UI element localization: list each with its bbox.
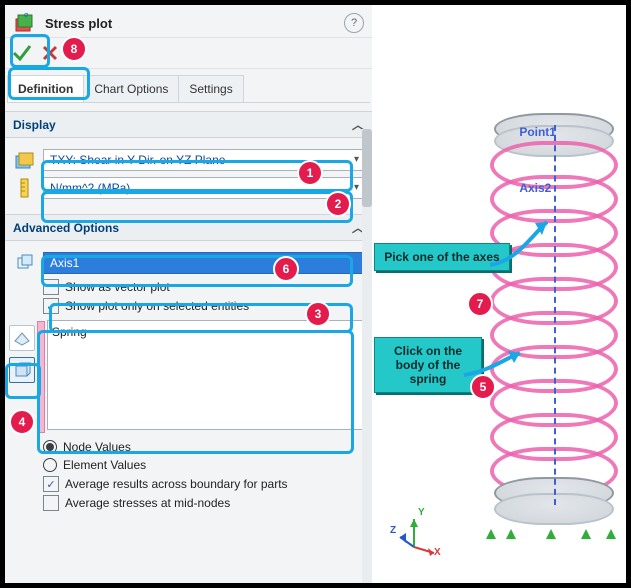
tab-bar: Definition Chart Options Settings xyxy=(7,75,370,103)
properties-panel: σ Stress plot ? Definition Chart Options xyxy=(5,5,373,583)
panel-title: Stress plot xyxy=(45,16,112,31)
units-label: N/mm^2 (MPa) xyxy=(50,181,130,195)
stress-component-label: TXY: Shear in Y Dir. on YZ Plane xyxy=(50,153,225,167)
avg-mid-checkbox[interactable] xyxy=(43,495,59,511)
avg-boundary-checkbox[interactable] xyxy=(43,476,59,492)
panel-scrollbar[interactable] xyxy=(362,129,372,583)
stress-category-icon xyxy=(13,148,37,172)
section-display[interactable]: Display ︿ xyxy=(5,111,372,138)
avg-mid-label: Average stresses at mid-nodes xyxy=(65,496,230,510)
selected-entities-label: Show plot only on selected entities xyxy=(65,299,249,313)
badge-6: 6 xyxy=(273,256,299,282)
stress-plot-icon: σ xyxy=(13,11,37,35)
badge-3: 3 xyxy=(305,301,331,327)
vector-plot-checkbox[interactable] xyxy=(43,279,59,295)
cancel-button[interactable] xyxy=(39,42,61,64)
section-advanced-label: Advanced Options xyxy=(13,221,119,235)
section-display-label: Display xyxy=(13,118,56,132)
badge-5: 5 xyxy=(470,374,496,400)
chevron-down-icon: ▾ xyxy=(354,154,359,165)
avg-boundary-label: Average results across boundary for part… xyxy=(65,477,288,491)
ok-button[interactable] xyxy=(11,42,33,64)
badge-1: 1 xyxy=(297,160,323,186)
scrollbar-thumb[interactable] xyxy=(362,129,372,207)
badge-4: 4 xyxy=(9,409,35,435)
callout-arrows-icon xyxy=(372,5,626,583)
tab-definition[interactable]: Definition xyxy=(7,75,84,102)
help-icon[interactable]: ? xyxy=(344,13,364,33)
units-icon xyxy=(13,176,37,200)
badge-2: 2 xyxy=(325,191,351,217)
node-values-radio[interactable] xyxy=(43,440,57,454)
select-face-icon[interactable] xyxy=(9,325,35,351)
selection-item-spring: Spring xyxy=(52,325,87,339)
chevron-down-icon: ▾ xyxy=(354,182,359,193)
graphics-viewport[interactable]: Point1 Axis2 Pick one of the axes Click … xyxy=(372,5,626,583)
selection-listbox[interactable]: Spring xyxy=(47,320,364,430)
select-body-icon[interactable] xyxy=(9,357,35,383)
reference-geometry-icon xyxy=(13,251,37,275)
tab-settings[interactable]: Settings xyxy=(178,75,243,102)
element-values-radio[interactable] xyxy=(43,458,57,472)
tab-chart-options[interactable]: Chart Options xyxy=(83,75,179,102)
svg-text:σ: σ xyxy=(24,12,29,19)
section-advanced[interactable]: Advanced Options ︿ xyxy=(5,214,372,241)
badge-7: 7 xyxy=(467,291,493,317)
axis-selection-field[interactable]: Axis1 xyxy=(43,252,364,274)
axis-selection-label: Axis1 xyxy=(50,256,79,270)
element-values-label: Element Values xyxy=(63,458,146,472)
badge-8: 8 xyxy=(61,36,87,62)
selected-entities-checkbox[interactable] xyxy=(43,298,59,314)
node-values-label: Node Values xyxy=(63,440,131,454)
selection-indicator-bar xyxy=(37,321,45,433)
vector-plot-label: Show as vector plot xyxy=(65,280,170,294)
